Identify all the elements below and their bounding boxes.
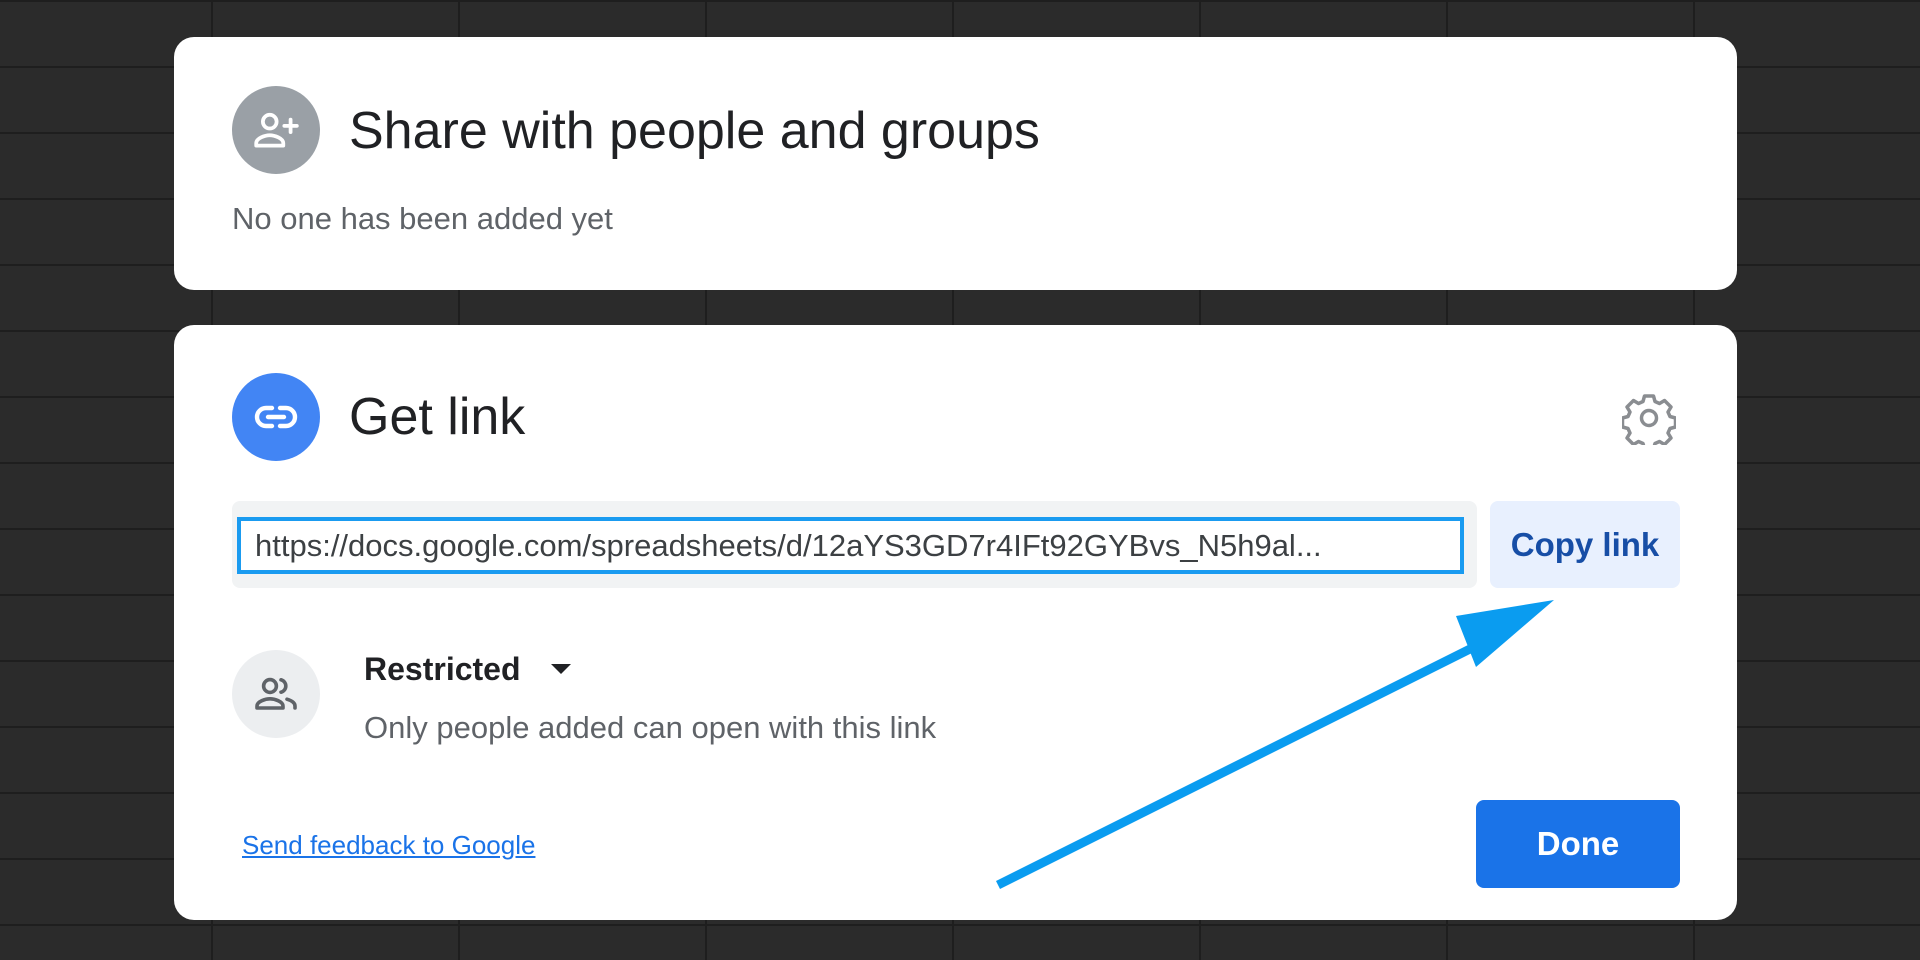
share-title: Share with people and groups [349,102,1040,160]
access-level-dropdown[interactable]: Restricted [364,653,571,685]
person-add-icon [232,86,320,174]
copy-link-button[interactable]: Copy link [1490,501,1680,588]
send-feedback-link[interactable]: Send feedback to Google [242,832,535,858]
people-icon [232,650,320,738]
get-link-card: Get link Copy link Restricted Only peopl… [174,325,1737,920]
access-description: Only people added can open with this lin… [364,710,937,745]
get-link-title: Get link [349,388,526,446]
share-card: Share with people and groups No one has … [174,37,1737,290]
share-subtitle: No one has been added yet [232,201,613,236]
link-icon [232,373,320,461]
done-button[interactable]: Done [1476,800,1680,888]
dropdown-arrow-icon [550,664,571,674]
access-level-label: Restricted [364,651,521,687]
gear-icon[interactable] [1620,391,1678,451]
link-url-field[interactable] [237,517,1464,574]
